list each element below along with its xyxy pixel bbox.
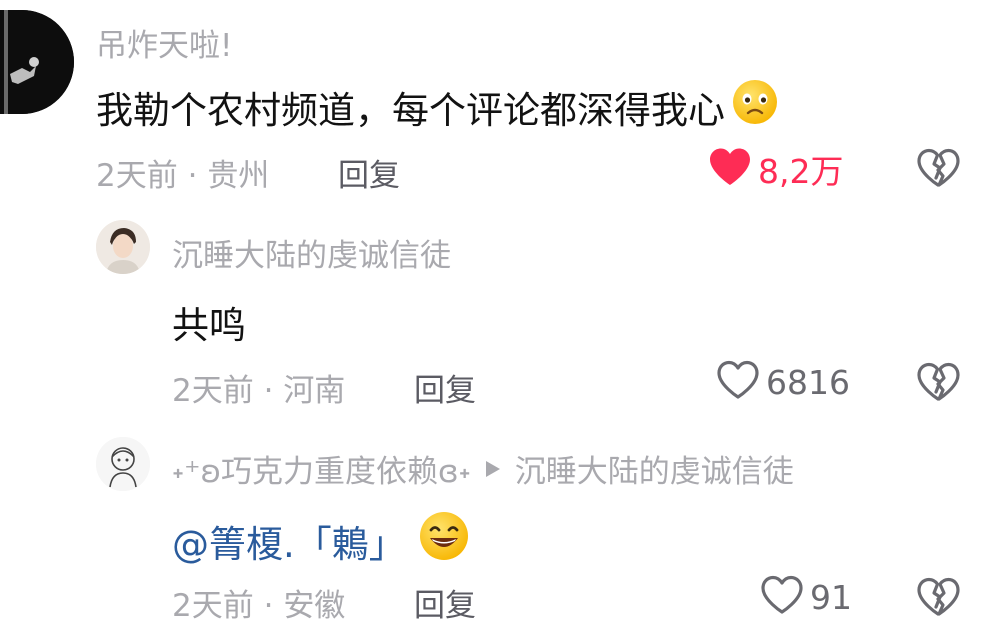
reply-button[interactable]: 回复 bbox=[338, 150, 400, 195]
reply-avatar[interactable] bbox=[96, 437, 150, 491]
reply-text: 共鸣 bbox=[172, 304, 246, 347]
reply-username[interactable]: ˖⁺ʚ巧克力重度依赖ɞ˖ bbox=[172, 446, 471, 491]
like-button[interactable]: 8,2万 bbox=[708, 145, 843, 193]
grinning-face-icon bbox=[418, 510, 470, 571]
reply-button[interactable]: 回复 bbox=[414, 580, 476, 625]
comment-text: 我勒个农村频道，每个评论都深得我心 bbox=[96, 78, 779, 135]
comment-time: 2天前 bbox=[96, 158, 178, 194]
comment-username[interactable]: 吊炸天啦! bbox=[96, 20, 232, 65]
meta-separator: · bbox=[187, 158, 198, 194]
reply-username[interactable]: 沉睡大陆的虔诚信徒 bbox=[172, 230, 451, 275]
reply-location: 河南 bbox=[283, 373, 346, 409]
reply-meta: 2天前 · 河南 bbox=[172, 365, 345, 410]
reply-avatar[interactable] bbox=[96, 220, 150, 274]
broken-heart-icon[interactable] bbox=[916, 362, 960, 406]
comment-text-body: 我勒个农村频道，每个评论都深得我心 bbox=[96, 88, 725, 132]
like-count: 8,2万 bbox=[758, 152, 844, 191]
broken-heart-icon[interactable] bbox=[916, 577, 960, 621]
mention-link[interactable]: @箐榎.「鶇」 bbox=[172, 514, 406, 568]
reply-text: @箐榎.「鶇」 bbox=[172, 510, 470, 571]
reply-to-username[interactable]: 沉睡大陆的虔诚信徒 bbox=[515, 446, 794, 491]
comment-meta: 2天前 · 贵州 bbox=[96, 150, 269, 195]
reply-header: ˖⁺ʚ巧克力重度依赖ɞ˖ 沉睡大陆的虔诚信徒 bbox=[172, 446, 794, 491]
reply-meta: 2天前 · 安徽 bbox=[172, 580, 345, 625]
avatar[interactable] bbox=[0, 10, 74, 114]
like-count: 6816 bbox=[766, 362, 850, 402]
play-triangle-icon bbox=[485, 460, 501, 478]
reply-time: 2天前 bbox=[172, 373, 254, 409]
broken-heart-icon[interactable] bbox=[916, 148, 960, 192]
reply-time: 2天前 bbox=[172, 588, 254, 624]
reply-button[interactable]: 回复 bbox=[414, 365, 476, 410]
heart-outline-icon bbox=[716, 360, 760, 404]
heart-filled-icon bbox=[708, 147, 752, 191]
worried-face-icon bbox=[731, 78, 779, 135]
like-button[interactable]: 6816 bbox=[716, 360, 850, 404]
reply-location: 安徽 bbox=[283, 588, 346, 624]
like-button[interactable]: 91 bbox=[760, 575, 852, 619]
heart-outline-icon bbox=[760, 575, 804, 619]
comment-location: 贵州 bbox=[207, 158, 270, 194]
meta-separator: · bbox=[263, 588, 274, 624]
like-count: 91 bbox=[810, 577, 852, 617]
meta-separator: · bbox=[263, 373, 274, 409]
